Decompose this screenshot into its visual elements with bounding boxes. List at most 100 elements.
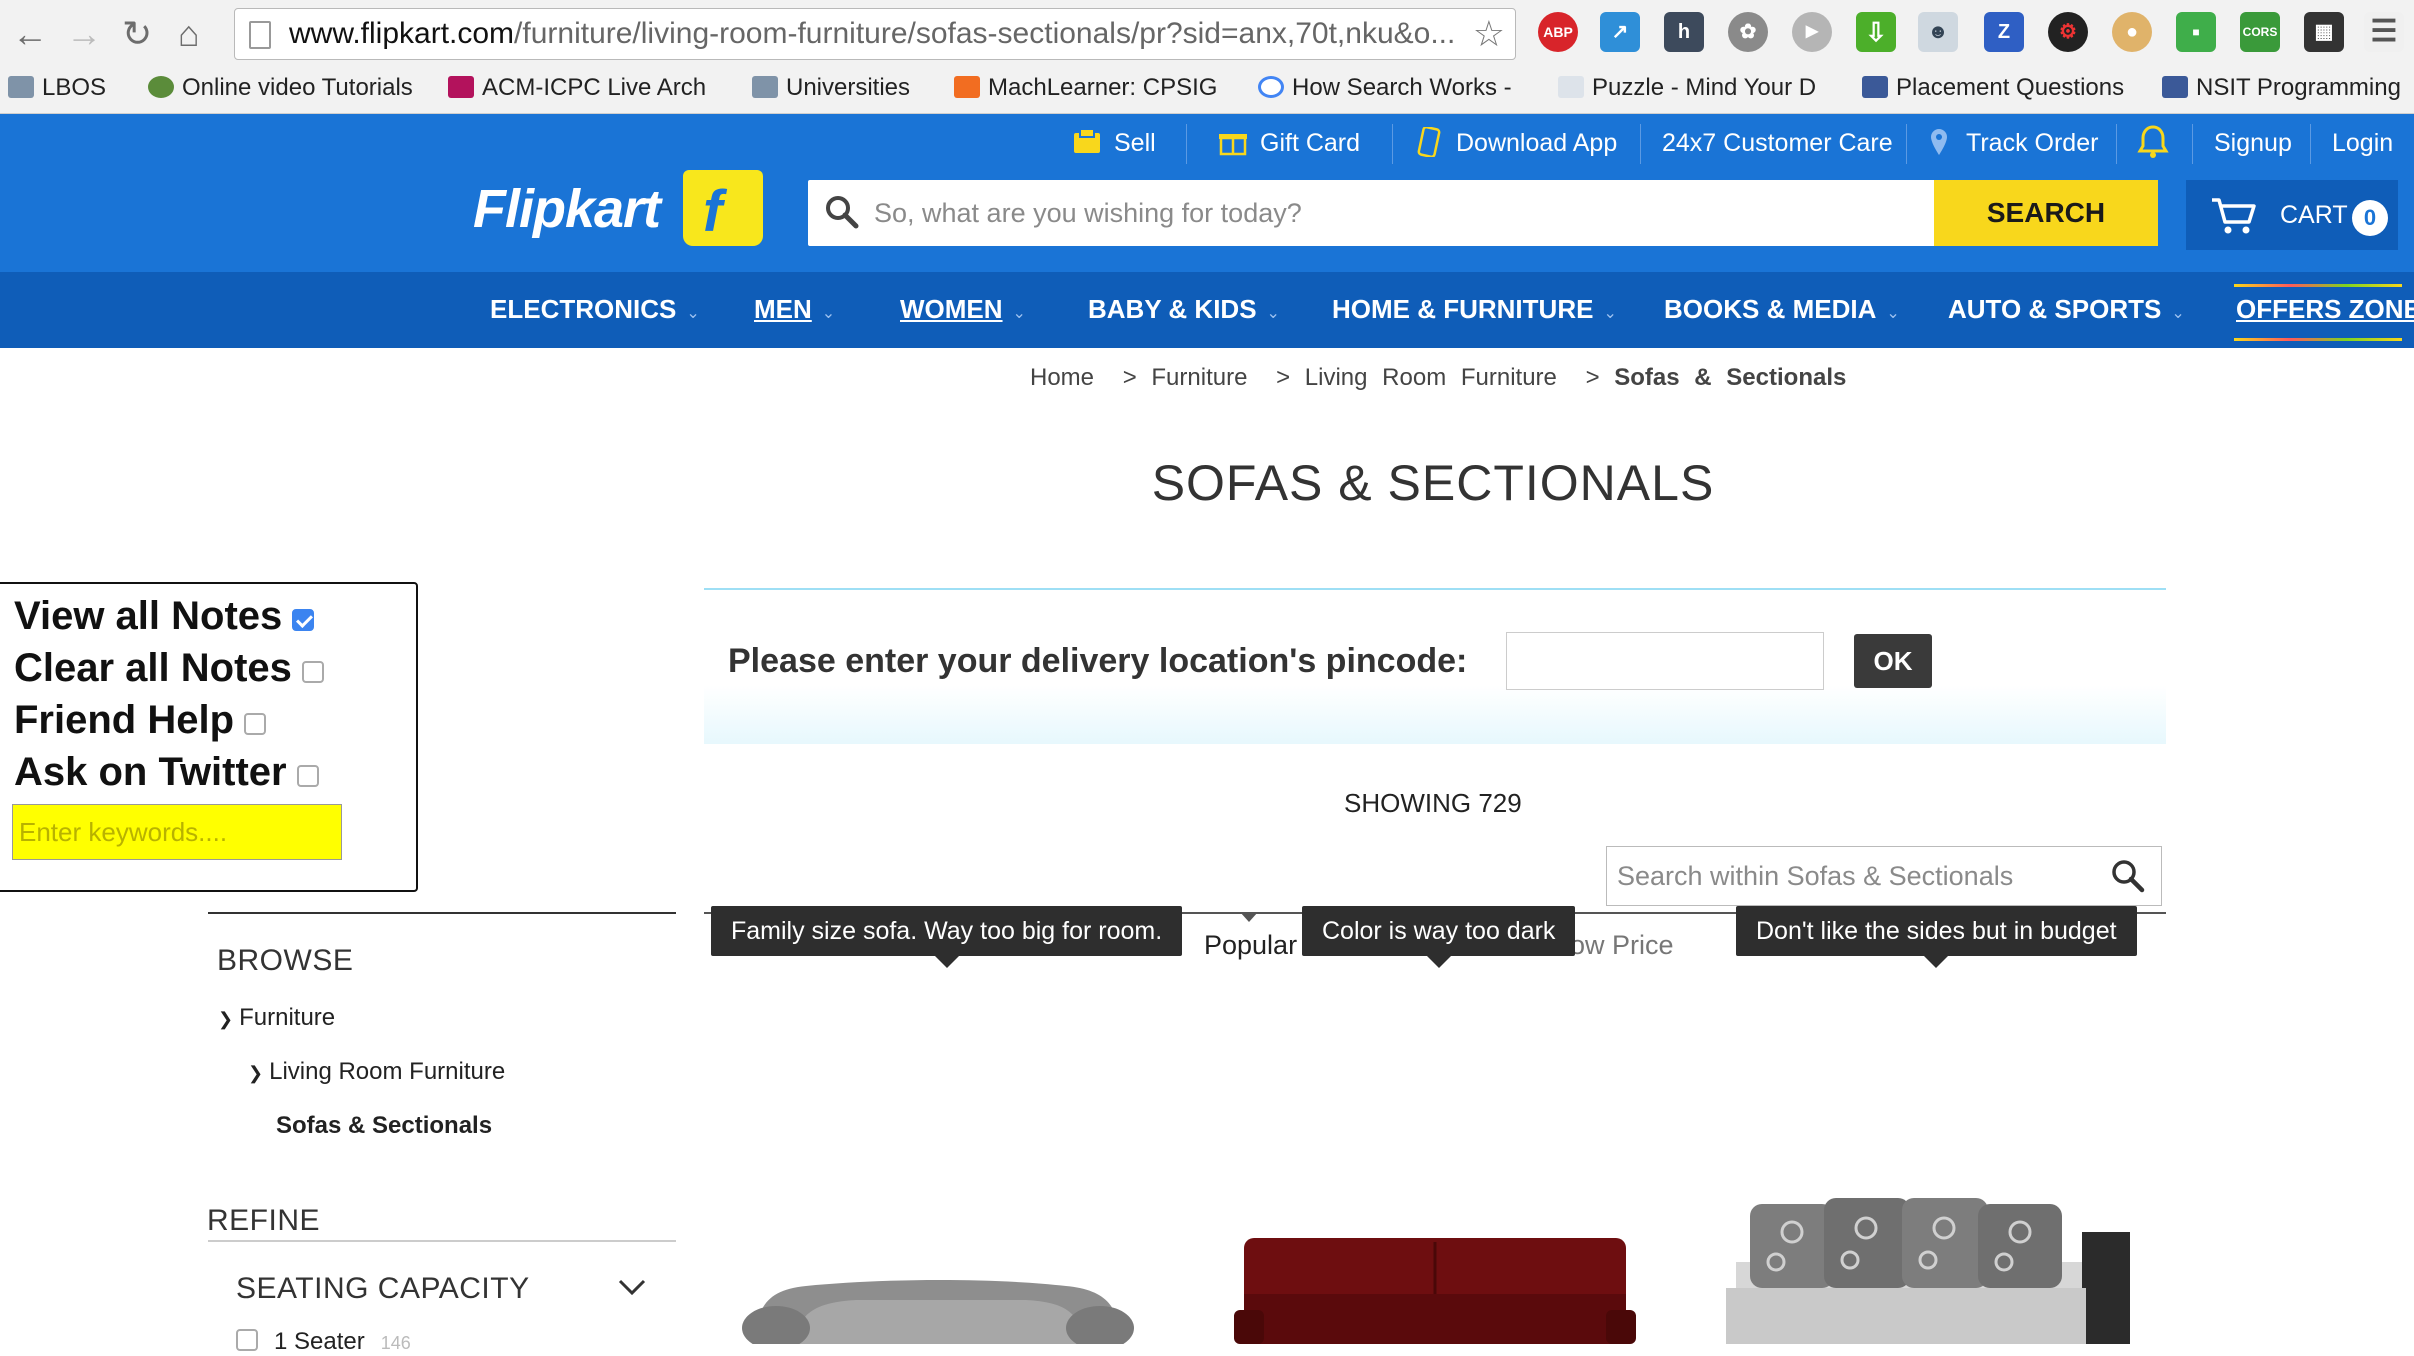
forward-icon[interactable]: → bbox=[66, 14, 102, 54]
bookmark-universities[interactable]: Universities bbox=[752, 70, 910, 106]
folder-icon bbox=[752, 76, 778, 98]
bookmark-puzzle[interactable]: Puzzle - Mind Your D bbox=[1558, 70, 1826, 106]
phone-icon bbox=[1417, 127, 1441, 157]
film-strip-icon[interactable]: ▦ bbox=[2304, 12, 2344, 52]
gift-icon bbox=[1219, 134, 1247, 156]
track-order-link[interactable]: Track Order bbox=[1924, 126, 2098, 160]
search-input[interactable] bbox=[874, 180, 1924, 246]
bookmark-star-icon[interactable]: ☆ bbox=[1473, 9, 1505, 59]
pincode-input[interactable] bbox=[1506, 632, 1824, 690]
download-icon[interactable]: ⇩ bbox=[1856, 12, 1896, 52]
search-button[interactable]: SEARCH bbox=[1934, 180, 2158, 246]
film-reel-icon[interactable]: ✿ bbox=[1728, 12, 1768, 52]
tree-furniture[interactable]: ❯ Furniture bbox=[218, 1004, 335, 1032]
bookmark-video-tutorials[interactable]: Online video Tutorials bbox=[148, 70, 420, 106]
ask-twitter-option[interactable]: Ask on Twitter bbox=[14, 748, 319, 796]
sidebar-divider bbox=[208, 912, 676, 914]
clear-all-notes-option[interactable]: Clear all Notes bbox=[14, 644, 324, 692]
breadcrumb-home[interactable]: Home bbox=[1030, 364, 1094, 391]
address-bar[interactable]: www.flipkart.com/furniture/living-room-f… bbox=[234, 8, 1516, 60]
nav-offers-zone[interactable]: OFFERS ZONE bbox=[2236, 292, 2414, 326]
home-icon[interactable]: ⌂ bbox=[178, 14, 200, 54]
friend-help-checkbox[interactable] bbox=[244, 713, 267, 735]
tree-sofas[interactable]: Sofas & Sectionals bbox=[276, 1112, 492, 1140]
sort-popular[interactable]: Popular bbox=[1204, 930, 1297, 961]
bookmark-nsit-programming[interactable]: NSIT Programming bbox=[2162, 70, 2414, 106]
expand-icon[interactable]: ↗ bbox=[1600, 12, 1640, 52]
signup-link[interactable]: Signup bbox=[2214, 126, 2292, 160]
chevron-down-icon: ⌄ bbox=[1886, 305, 1900, 322]
shopping-bag-logo-icon[interactable]: f bbox=[683, 170, 763, 246]
breadcrumb-furniture[interactable]: Furniture bbox=[1151, 364, 1247, 391]
product-image-grey-sofa[interactable] bbox=[736, 1268, 1138, 1344]
notes-panel: View all Notes Clear all Notes Friend He… bbox=[0, 582, 418, 892]
url-path: /furniture/living-room-furniture/sofas-s… bbox=[514, 17, 1456, 50]
search-within-input[interactable] bbox=[1607, 847, 2097, 905]
chevron-down-icon: ⌄ bbox=[1012, 305, 1026, 322]
view-all-notes-checkbox[interactable] bbox=[292, 609, 315, 631]
nav-women[interactable]: WOMEN ⌄ bbox=[900, 292, 1026, 331]
bookmark-placement-questions[interactable]: Placement Questions bbox=[1862, 70, 2138, 106]
back-icon[interactable]: ← bbox=[12, 14, 48, 54]
breadcrumb-living-room[interactable]: Living Room Furniture bbox=[1305, 364, 1557, 391]
keywords-input[interactable] bbox=[12, 804, 342, 860]
reload-icon[interactable]: ↻ bbox=[122, 14, 152, 54]
chevron-down-icon: ⌄ bbox=[1266, 305, 1280, 322]
bookmark-acm-icpc[interactable]: ACM-ICPC Live Arch bbox=[448, 70, 720, 106]
cors-icon[interactable]: CORS bbox=[2240, 12, 2280, 52]
nav-books-media[interactable]: BOOKS & MEDIA ⌄ bbox=[1664, 292, 1900, 331]
friend-help-option[interactable]: Friend Help bbox=[14, 696, 267, 744]
podium-icon[interactable]: ■ bbox=[2176, 12, 2216, 52]
chevron-down-icon: ⌄ bbox=[686, 305, 700, 322]
cart-button[interactable]: CART 0 bbox=[2186, 180, 2398, 250]
refine-divider bbox=[208, 1240, 676, 1242]
clear-all-notes-checkbox[interactable] bbox=[301, 661, 324, 683]
refine-heading: REFINE bbox=[207, 1204, 321, 1237]
seating-capacity-filter[interactable]: SEATING CAPACITY bbox=[236, 1272, 530, 1306]
chevron-down-icon[interactable] bbox=[618, 1278, 646, 1296]
nav-electronics[interactable]: ELECTRONICS ⌄ bbox=[490, 292, 700, 331]
download-app-link[interactable]: Download App bbox=[1414, 126, 1617, 160]
seater-1-checkbox[interactable] bbox=[236, 1329, 258, 1351]
gift-card-link[interactable]: Gift Card bbox=[1218, 126, 1360, 160]
bookmark-how-search-works[interactable]: How Search Works - bbox=[1258, 70, 1520, 106]
note-tooltip: Don't like the sides but in budget bbox=[1736, 906, 2137, 968]
view-all-notes-option[interactable]: View all Notes bbox=[14, 592, 315, 640]
browse-heading: BROWSE bbox=[217, 944, 354, 977]
z-extension-icon[interactable]: Z bbox=[1984, 12, 2024, 52]
util-divider bbox=[1906, 124, 1907, 164]
nav-baby-kids[interactable]: BABY & KIDS ⌄ bbox=[1088, 292, 1280, 331]
bookmark-machlearner[interactable]: MachLearner: CPSIG bbox=[954, 70, 1226, 106]
pincode-ok-button[interactable]: OK bbox=[1854, 634, 1932, 688]
customer-care-link[interactable]: 24x7 Customer Care bbox=[1662, 126, 1893, 160]
flipkart-logo[interactable]: Flipkart bbox=[473, 178, 661, 240]
adblock-icon[interactable]: ABP bbox=[1538, 12, 1578, 52]
util-divider bbox=[2116, 124, 2117, 164]
nav-auto-sports[interactable]: AUTO & SPORTS ⌄ bbox=[1948, 292, 2185, 331]
bookmark-lbos[interactable]: LBOS bbox=[8, 70, 106, 106]
facebook-icon bbox=[2162, 76, 2188, 98]
tree-living-room[interactable]: ❯ Living Room Furniture bbox=[248, 1058, 505, 1086]
product-image-patterned-sofa[interactable] bbox=[1726, 1192, 2130, 1344]
results-count: SHOWING 729 bbox=[1344, 788, 1522, 818]
nav-home-furniture[interactable]: HOME & FURNITURE ⌄ bbox=[1332, 292, 1617, 331]
nav-men[interactable]: MEN ⌄ bbox=[754, 292, 835, 331]
facebook-icon bbox=[1862, 76, 1888, 98]
util-divider bbox=[2192, 124, 2193, 164]
cart-icon bbox=[2212, 198, 2256, 234]
menu-icon[interactable]: ☰ bbox=[2364, 12, 2404, 52]
url-host: www.flipkart.com bbox=[289, 17, 515, 50]
play-icon[interactable]: ▶ bbox=[1792, 12, 1832, 52]
ask-twitter-checkbox[interactable] bbox=[296, 765, 319, 787]
cookie-icon[interactable]: ● bbox=[2112, 12, 2152, 52]
seater-1-option[interactable]: 1 Seater 146 bbox=[236, 1328, 411, 1356]
login-link[interactable]: Login bbox=[2332, 126, 2393, 160]
sell-link[interactable]: Sell bbox=[1072, 126, 1156, 160]
product-image-maroon-sofa[interactable] bbox=[1234, 1234, 1636, 1344]
sort-low-price[interactable]: ow Price bbox=[1570, 930, 1674, 961]
gear-extension-icon[interactable]: ⚙ bbox=[2048, 12, 2088, 52]
search-icon[interactable] bbox=[2111, 859, 2145, 893]
bell-icon[interactable] bbox=[2136, 124, 2170, 160]
h-extension-icon[interactable]: h bbox=[1664, 12, 1704, 52]
robot-icon[interactable]: ☻ bbox=[1918, 12, 1958, 52]
